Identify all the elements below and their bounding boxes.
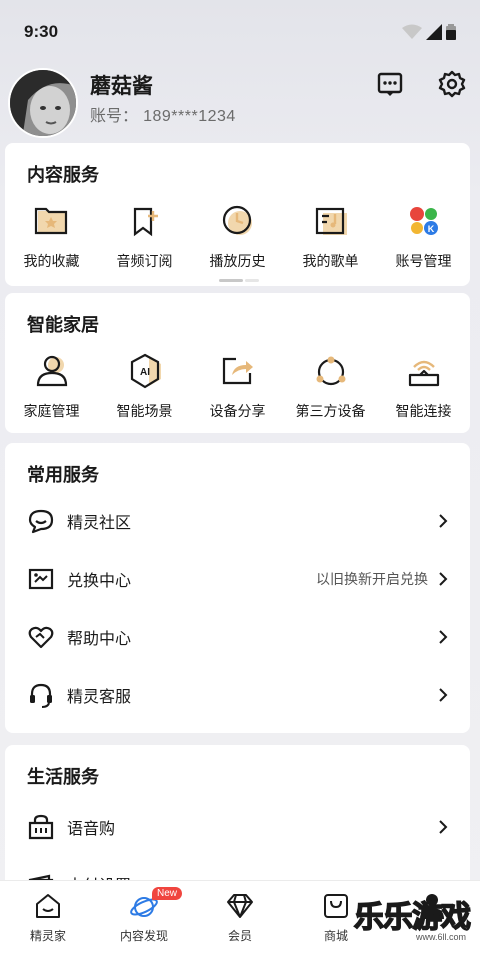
shop-bag-icon xyxy=(324,894,348,918)
chevron-right-icon xyxy=(439,514,448,528)
content-services-grid: 我的收藏 音频订阅 播放历史 我的歌单 K 账号管理 xyxy=(5,201,470,271)
grid-item-label: 设备分享 xyxy=(209,404,266,420)
content-services-card: 内容服务 我的收藏 音频订阅 播放历史 我的歌单 K 账号管理 xyxy=(5,143,470,286)
wifi-device-icon xyxy=(408,360,439,387)
grid-item-family-management[interactable]: 家庭管理 xyxy=(5,351,98,421)
list-item-help-center[interactable]: 帮助中心 xyxy=(5,608,470,666)
section-title: 常用服务 xyxy=(27,465,99,486)
folder-star-icon xyxy=(34,207,67,235)
list-item-label: 精灵社区 xyxy=(67,513,132,532)
grid-item-label: 智能连接 xyxy=(395,404,452,420)
grid-item-label: 第三方设备 xyxy=(295,404,366,420)
account-apps-icon: K xyxy=(409,207,438,235)
grid-item-third-party-device[interactable]: 第三方设备 xyxy=(284,351,377,421)
smart-home-grid: 家庭管理 AI 智能场景 设备分享 第三方设备 智能连接 xyxy=(5,351,470,421)
grid-item-label: 播放历史 xyxy=(209,254,266,270)
battery-icon xyxy=(446,24,456,40)
username: 蘑菇酱 xyxy=(90,74,153,98)
tab-label: 内容发现 xyxy=(119,929,168,943)
grid-item-audio-subscribe[interactable]: 音频订阅 xyxy=(98,201,191,271)
grid-item-my-playlist[interactable]: 我的歌单 xyxy=(284,201,377,271)
chevron-right-icon xyxy=(439,688,448,702)
tab-label: 商城 xyxy=(323,929,348,943)
status-time: 9:30 xyxy=(24,22,59,41)
new-badge: New xyxy=(152,887,183,900)
grid-item-label: 账号管理 xyxy=(395,254,452,270)
headset-icon xyxy=(30,683,52,708)
heart-hand-icon xyxy=(28,626,54,649)
grid-item-device-share[interactable]: 设备分享 xyxy=(191,351,284,421)
chat-bubble-icon xyxy=(28,509,54,534)
grid-item-smart-scene[interactable]: AI 智能场景 xyxy=(98,351,191,421)
grid-item-play-history[interactable]: 播放历史 xyxy=(191,201,284,271)
grid-item-label: 我的歌单 xyxy=(302,254,359,270)
list-item-voice-shopping[interactable]: 语音购 xyxy=(5,798,470,856)
grid-item-account-management[interactable]: K 账号管理 xyxy=(377,201,470,271)
grid-item-label: 智能场景 xyxy=(116,404,173,420)
watermark-text: 乐乐游戏 xyxy=(353,899,472,936)
triangle-nodes-icon xyxy=(316,356,345,386)
playlist-icon xyxy=(315,207,347,235)
tab-content-discovery[interactable]: New 内容发现 xyxy=(96,881,192,960)
bookmark-add-icon xyxy=(133,207,158,237)
list-item-label: 语音购 xyxy=(67,819,116,838)
clock-icon xyxy=(222,205,252,235)
account-label: 账号： xyxy=(90,106,139,125)
section-title: 内容服务 xyxy=(27,165,99,186)
section-title: 生活服务 xyxy=(27,767,99,788)
svg-text:K: K xyxy=(427,224,434,234)
person-icon xyxy=(36,355,67,387)
grid-item-favorites[interactable]: 我的收藏 xyxy=(5,201,98,271)
grid-item-smart-connect[interactable]: 智能连接 xyxy=(377,351,470,421)
section-title: 智能家居 xyxy=(27,315,99,336)
chevron-right-icon xyxy=(439,630,448,644)
common-services-card: 常用服务 精灵社区 兑换中心 以旧换新开启兑换 帮助中心 精灵客服 xyxy=(5,443,470,733)
list-item-label: 兑换中心 xyxy=(67,571,132,590)
shopping-bag-icon xyxy=(28,814,54,840)
grid-item-label: 家庭管理 xyxy=(23,404,80,420)
tab-label: 精灵家 xyxy=(29,929,66,943)
list-item-label: 帮助中心 xyxy=(67,629,132,648)
list-item-community[interactable]: 精灵社区 xyxy=(5,492,470,550)
chevron-right-icon xyxy=(439,820,448,834)
list-item-exchange-center[interactable]: 兑换中心 以旧换新开启兑换 xyxy=(5,550,470,608)
account-info: 账号： 189****1234 xyxy=(90,102,236,126)
smart-home-card: 智能家居 家庭管理 AI 智能场景 设备分享 第三方设备 智能连接 xyxy=(5,293,470,433)
settings-gear-icon[interactable] xyxy=(438,70,466,98)
list-item-label: 精灵客服 xyxy=(67,687,132,706)
svg-text:AI: AI xyxy=(140,367,150,378)
tab-home[interactable]: 精灵家 xyxy=(0,881,96,960)
watermark: 乐乐游戏 www.6ll.com xyxy=(353,892,474,952)
profile-header: 蘑菇酱 账号： 189****1234 xyxy=(0,64,480,140)
message-icon[interactable] xyxy=(376,70,404,98)
avatar[interactable] xyxy=(8,68,78,138)
tab-membership[interactable]: 会员 xyxy=(192,881,288,960)
wifi-icon xyxy=(402,24,422,39)
diamond-icon xyxy=(227,894,253,918)
status-bar: 9:30 xyxy=(0,0,480,64)
home-icon xyxy=(36,894,60,918)
signal-icon xyxy=(426,24,442,40)
share-box-icon xyxy=(222,357,253,385)
status-icons xyxy=(402,24,456,40)
watermark-url: www.6ll.com xyxy=(415,932,466,942)
chevron-right-icon xyxy=(439,572,448,586)
account-number: 189****1234 xyxy=(143,108,236,125)
list-item-customer-service[interactable]: 精灵客服 xyxy=(5,666,470,724)
ai-hexagon-icon: AI xyxy=(130,353,161,389)
grid-item-label: 我的收藏 xyxy=(23,254,80,270)
list-item-hint: 以旧换新开启兑换 xyxy=(316,572,428,588)
scroll-indicator xyxy=(219,279,259,282)
tab-label: 会员 xyxy=(227,929,252,943)
exchange-card-icon xyxy=(28,568,54,590)
grid-item-label: 音频订阅 xyxy=(116,254,173,270)
